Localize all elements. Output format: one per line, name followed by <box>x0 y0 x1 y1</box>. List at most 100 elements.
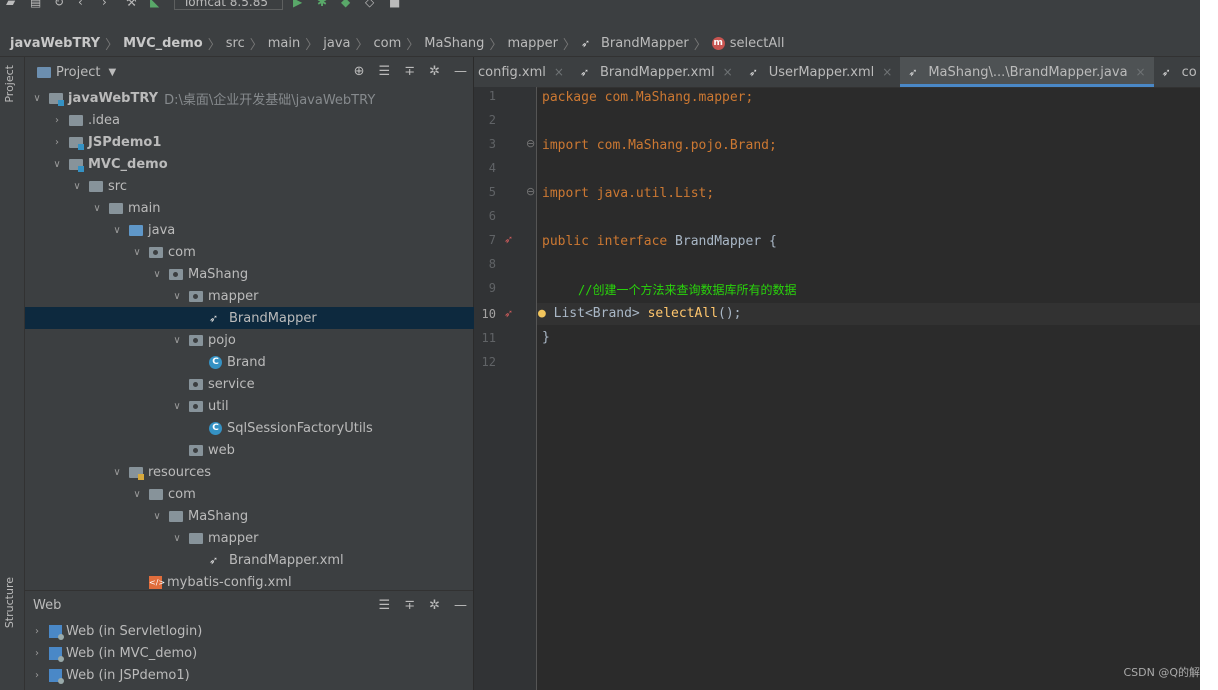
tree-item[interactable]: › .idea <box>25 109 491 131</box>
chevron-right-icon[interactable]: › <box>31 626 43 637</box>
tree-item-label: java <box>148 222 176 238</box>
chevron-down-icon[interactable]: ∨ <box>171 291 183 302</box>
tree-item-label: web <box>208 442 235 458</box>
breadcrumb-item[interactable]: java <box>323 36 350 51</box>
close-icon[interactable]: × <box>723 65 733 79</box>
project-tool-tab[interactable]: Project <box>3 65 16 103</box>
main-toolbar: ▰ ▤ ↻ ‹ › ⚒ ◣ Tomcat 8.5.85 ▶ ✱ ◆ ◇ ■ <box>0 0 1200 30</box>
chevron-right-icon[interactable]: › <box>31 670 43 681</box>
run-config-selector[interactable]: Tomcat 8.5.85 <box>174 0 283 10</box>
web-tree-item[interactable]: › Web (in Servletlogin) <box>25 620 471 642</box>
editor-tab[interactable]: ➶ co <box>1154 57 1200 87</box>
breadcrumb-item[interactable]: MaShang <box>424 36 484 51</box>
right-edge <box>1200 0 1218 690</box>
watermark: CSDN @Q的解 <box>1123 666 1200 679</box>
hammer-icon[interactable]: ◣ <box>150 0 164 8</box>
structure-tool-tab[interactable]: Structure <box>3 577 16 628</box>
chevron-down-icon[interactable]: ∨ <box>151 511 163 522</box>
tree-item[interactable]: ∨ MVC_demo <box>25 153 491 175</box>
collapse-all-icon[interactable]: ∓ <box>404 64 415 79</box>
folder-icon <box>109 202 123 214</box>
chevron-down-icon[interactable]: ∨ <box>131 489 143 500</box>
tree-item-path: D:\桌面\企业开发基础\javaWebTRY <box>164 92 376 108</box>
chevron-down-icon[interactable]: ∨ <box>71 181 83 192</box>
breadcrumb-item[interactable]: src <box>226 36 245 51</box>
line-number: 2 <box>488 113 496 127</box>
fold-icon[interactable]: ⊖ <box>526 185 535 198</box>
line-number: 5 <box>488 185 496 199</box>
breadcrumb-item[interactable]: com <box>374 36 402 51</box>
save-icon[interactable]: ▤ <box>30 0 44 8</box>
tree-item[interactable]: › JSPdemo1 <box>25 131 491 153</box>
chevron-down-icon[interactable]: ∨ <box>131 247 143 258</box>
editor-tab[interactable]: config.xml × <box>474 57 572 87</box>
chevron-right-icon[interactable]: › <box>51 115 63 126</box>
more-run-icon[interactable]: ◇ <box>365 0 379 8</box>
chevron-down-icon[interactable]: ▼ <box>108 67 116 78</box>
run-icon[interactable]: ▶ <box>293 0 307 8</box>
tree-item-label: src <box>108 178 127 194</box>
debug-icon[interactable]: ✱ <box>317 0 331 8</box>
chevron-down-icon[interactable]: ∨ <box>111 467 123 478</box>
hide-icon[interactable]: — <box>454 598 467 613</box>
chevron-down-icon[interactable]: ∨ <box>51 159 63 170</box>
close-icon[interactable]: × <box>554 65 564 79</box>
lightbulb-icon[interactable]: ● <box>538 306 554 321</box>
tree-item[interactable]: ∨ main <box>25 197 531 219</box>
web-tree-item[interactable]: › Web (in JSPdemo1) <box>25 664 471 686</box>
chevron-down-icon[interactable]: ∨ <box>91 203 103 214</box>
tree-item[interactable]: ∨ java <box>25 219 551 241</box>
chevron-down-icon[interactable]: ∨ <box>171 335 183 346</box>
tree-item-label: MaShang <box>188 508 249 524</box>
breadcrumb-item[interactable]: javaWebTRY <box>10 36 100 51</box>
forward-icon[interactable]: › <box>102 0 116 8</box>
breadcrumb-item[interactable]: mapper <box>507 36 557 51</box>
mybatis-navigate-icon[interactable]: ➶ <box>504 233 513 246</box>
locate-icon[interactable]: ⊕ <box>354 64 365 79</box>
chevron-down-icon[interactable]: ∨ <box>171 533 183 544</box>
chevron-down-icon[interactable]: ∨ <box>171 401 183 412</box>
chevron-right-icon[interactable]: › <box>31 648 43 659</box>
expand-all-icon[interactable]: ☰ <box>379 64 391 79</box>
collapse-all-icon[interactable]: ∓ <box>404 598 415 613</box>
project-panel-header: Project ▼ ⊕ ☰ ∓ ✲ — <box>25 57 473 87</box>
hide-icon[interactable]: — <box>454 64 467 79</box>
module-icon <box>69 136 84 150</box>
mybatis-navigate-icon[interactable]: ➶ <box>504 307 513 320</box>
chevron-down-icon[interactable]: ∨ <box>31 93 43 104</box>
chevron-right-icon[interactable]: › <box>51 137 63 148</box>
editor-tab[interactable]: ➶ UserMapper.xml × <box>741 57 901 87</box>
back-icon[interactable]: ‹ <box>78 0 92 8</box>
refresh-icon[interactable]: ↻ <box>54 0 68 8</box>
package-icon <box>169 268 183 280</box>
coverage-icon[interactable]: ◆ <box>341 0 355 8</box>
web-panel-title[interactable]: Web <box>33 598 61 613</box>
tab-label: config.xml <box>478 64 546 80</box>
tree-item-label: resources <box>148 464 212 480</box>
gear-icon[interactable]: ✲ <box>429 64 440 79</box>
editor-tab[interactable]: ➶ BrandMapper.xml × <box>572 57 741 87</box>
line-number: 6 <box>488 209 496 223</box>
project-panel-title[interactable]: Project <box>56 65 100 80</box>
tree-item[interactable]: ∨ javaWebTRY D:\桌面\企业开发基础\javaWebTRY <box>25 87 471 109</box>
open-icon[interactable]: ▰ <box>6 0 20 8</box>
gear-icon[interactable]: ✲ <box>429 598 440 613</box>
tree-item-label: Brand <box>227 354 266 370</box>
breadcrumb-item[interactable]: BrandMapper <box>601 36 689 51</box>
chevron-down-icon[interactable]: ∨ <box>111 225 123 236</box>
web-tree-item[interactable]: › Web (in MVC_demo) <box>25 642 471 664</box>
stop-icon[interactable]: ■ <box>389 0 403 8</box>
fold-icon[interactable]: ⊖ <box>526 137 535 150</box>
tree-item[interactable]: ∨ src <box>25 175 511 197</box>
expand-all-icon[interactable]: ☰ <box>379 598 391 613</box>
editor-tab-active[interactable]: ➶ MaShang\...\BrandMapper.java × <box>900 57 1154 87</box>
close-icon[interactable]: × <box>1136 65 1146 79</box>
breadcrumb-item[interactable]: MVC_demo <box>123 36 203 51</box>
build-icon[interactable]: ⚒ <box>126 0 140 8</box>
close-icon[interactable]: × <box>882 65 892 79</box>
chevron-down-icon[interactable]: ∨ <box>151 269 163 280</box>
breadcrumb-item[interactable]: selectAll <box>730 36 785 51</box>
breadcrumb-item[interactable]: main <box>268 36 300 51</box>
tree-item[interactable]: ∨ resources <box>25 461 551 483</box>
tab-label: BrandMapper.xml <box>599 64 715 80</box>
